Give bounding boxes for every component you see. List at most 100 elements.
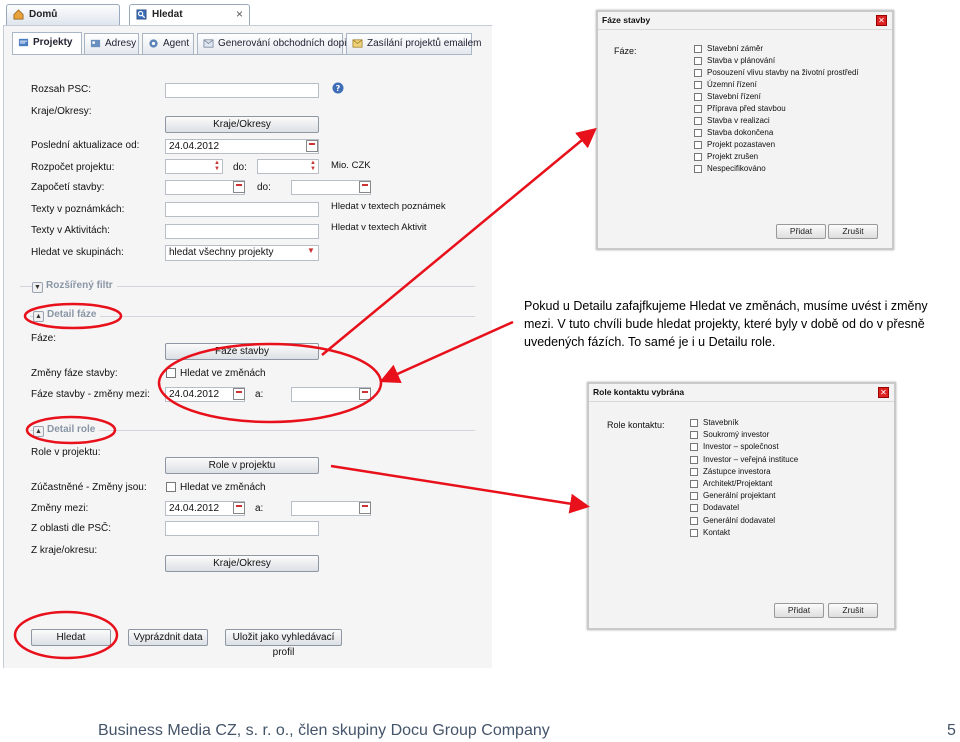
posledni-aktualizace-label: Poslední aktualizace od: [31, 140, 140, 151]
option-label: Územní řízení [707, 80, 757, 89]
option-checkbox[interactable] [694, 45, 702, 53]
calendar-icon[interactable] [233, 388, 245, 400]
option-checkbox[interactable] [690, 480, 698, 488]
option-checkbox[interactable] [690, 443, 698, 452]
option-label: Stavební řízení [707, 92, 761, 101]
texty-poznamky-label: Texty v poznámkách: [31, 204, 125, 215]
rozpocet-label: Rozpočet projektu: [31, 162, 115, 173]
tab-projekty[interactable]: Projekty [12, 32, 82, 55]
zmeny-faze-label: Změny fáze stavby: [31, 368, 118, 379]
skupiny-select[interactable]: hledat všechny projekty [165, 245, 319, 261]
footer-text: Business Media CZ, s. r. o., člen skupin… [98, 722, 550, 739]
role-v-projektu-button[interactable]: Role v projektu [165, 457, 319, 474]
option-label: Zástupce investora [703, 466, 771, 476]
rozsah-psc-label: Rozsah PSC: [31, 84, 92, 95]
annotation-text: Pokud u Detailu zafajfkujeme Hledat ve z… [524, 299, 928, 349]
calendar-icon[interactable] [306, 140, 318, 152]
texty-aktivity-note: Hledat v textech Aktivit [331, 222, 427, 233]
calendar-icon[interactable] [233, 181, 245, 193]
role-label: Role v projektu: [31, 447, 101, 458]
zapoceti-do-label: do: [257, 182, 271, 193]
option-checkbox[interactable] [694, 129, 702, 137]
option-checkbox[interactable] [694, 165, 702, 173]
close-icon[interactable]: ✕ [876, 15, 887, 26]
dialog-ok-button[interactable]: Přidat [776, 224, 826, 239]
psc-input[interactable] [165, 521, 319, 536]
option-checkbox[interactable] [694, 69, 702, 77]
option-checkbox[interactable] [690, 492, 698, 501]
option-label: Generální projektant [703, 491, 776, 501]
role-kontaktu-dialog: Role kontaktu vybrána ✕ Role kontaktu: S… [587, 382, 896, 630]
option-checkbox[interactable] [690, 528, 698, 537]
option-checkbox[interactable] [690, 504, 698, 513]
hledat-ve-zmenach-label: Hledat ve změnách [180, 368, 266, 379]
search-button[interactable]: Hledat [31, 629, 111, 646]
faze-stavby-button[interactable]: Fáze stavby [165, 343, 319, 360]
posledni-aktualizace-input[interactable]: 24.04.2012 [165, 139, 319, 154]
option-label: Generální dodavatel [703, 515, 776, 525]
help-icon[interactable]: ? [332, 82, 344, 94]
option-checkbox[interactable] [694, 81, 702, 89]
calendar-icon[interactable] [359, 181, 371, 193]
texty-poznamky-input[interactable] [165, 202, 319, 217]
option-checkbox[interactable] [694, 117, 702, 125]
dialog-title: Role kontaktu vybrána [589, 384, 894, 402]
detail-faze-toggle[interactable]: ▲ Detail fáze [33, 309, 101, 322]
option-label: Nespecifikováno [707, 164, 766, 173]
tab-zasilani[interactable]: Zasílání projektů emailem [346, 33, 482, 54]
kraje-okresy-button[interactable]: Kraje/Okresy [165, 116, 319, 133]
spinner-icon[interactable]: ▲ ▼ [213, 160, 221, 173]
clear-button[interactable]: Vyprázdnit data [128, 629, 208, 646]
tab-generovani[interactable]: Generování obchodních dopisů [197, 33, 357, 54]
faze-mezi-label: Fáze stavby - změny mezi: [31, 389, 150, 400]
tab-adresy[interactable]: Adresy [84, 33, 139, 54]
rozsah-psc-input[interactable] [165, 83, 319, 98]
chevron-down-icon[interactable]: ▼ [307, 246, 315, 255]
browser-tab-label: Hledat [152, 9, 183, 20]
texty-aktivity-input[interactable] [165, 224, 319, 239]
kraje-okresy-label: Kraje/Okresy: [31, 106, 92, 117]
option-label: Investor – společnost [703, 442, 779, 452]
option-checkbox[interactable] [694, 153, 702, 161]
tab-divider [12, 54, 472, 55]
dialog-cancel-button[interactable]: Zrušit [828, 603, 878, 618]
dialog-cancel-button[interactable]: Zrušit [828, 224, 878, 239]
skupiny-label: Hledat ve skupinách: [31, 247, 124, 258]
option-checkbox[interactable] [690, 431, 698, 440]
calendar-icon[interactable] [359, 502, 371, 514]
option-checkbox[interactable] [694, 141, 702, 149]
option-label: Investor – veřejná instituce [703, 454, 799, 464]
browser-tab-home[interactable]: Domů [6, 4, 120, 25]
email-icon [352, 39, 363, 48]
kraj-okres-label: Z kraje/okresu: [31, 545, 98, 556]
option-checkbox[interactable] [690, 516, 698, 525]
calendar-icon[interactable] [233, 502, 245, 514]
hledat-ve-zmenach-checkbox[interactable] [166, 368, 176, 378]
page-number: 5 [947, 722, 956, 739]
save-profile-button[interactable]: Uložit jako vyhledávací profil [225, 629, 342, 658]
option-label: Kontakt [703, 527, 731, 537]
close-icon[interactable]: ✕ [878, 387, 889, 398]
browser-tab-search[interactable]: Hledat × [129, 4, 250, 25]
option-label: Stavebník [703, 418, 739, 427]
close-icon[interactable]: × [236, 5, 243, 24]
detail-role-toggle[interactable]: ▲ Detail role [33, 424, 100, 437]
texty-aktivity-label: Texty v Aktivitách: [31, 225, 110, 236]
calendar-icon[interactable] [359, 388, 371, 400]
role-zmeny-a-label: a: [255, 503, 264, 514]
role-hledat-ve-zmenach-checkbox[interactable] [166, 482, 176, 492]
option-checkbox[interactable] [694, 105, 702, 113]
spinner-icon[interactable]: ▲ ▼ [309, 160, 317, 173]
tab-agent[interactable]: Agent [142, 33, 194, 54]
option-label: Projekt pozastaven [707, 140, 776, 149]
svg-text:?: ? [336, 84, 341, 93]
role-kraje-okresy-button[interactable]: Kraje/Okresy [165, 555, 319, 572]
option-checkbox[interactable] [694, 93, 702, 101]
option-checkbox[interactable] [690, 455, 698, 464]
projects-icon [18, 38, 29, 47]
rozsireny-filtr-toggle[interactable]: ▼ Rozšířený filtr [32, 280, 117, 293]
option-checkbox[interactable] [690, 419, 698, 427]
dialog-ok-button[interactable]: Přidat [774, 603, 824, 618]
option-checkbox[interactable] [694, 57, 702, 65]
option-checkbox[interactable] [690, 467, 698, 476]
